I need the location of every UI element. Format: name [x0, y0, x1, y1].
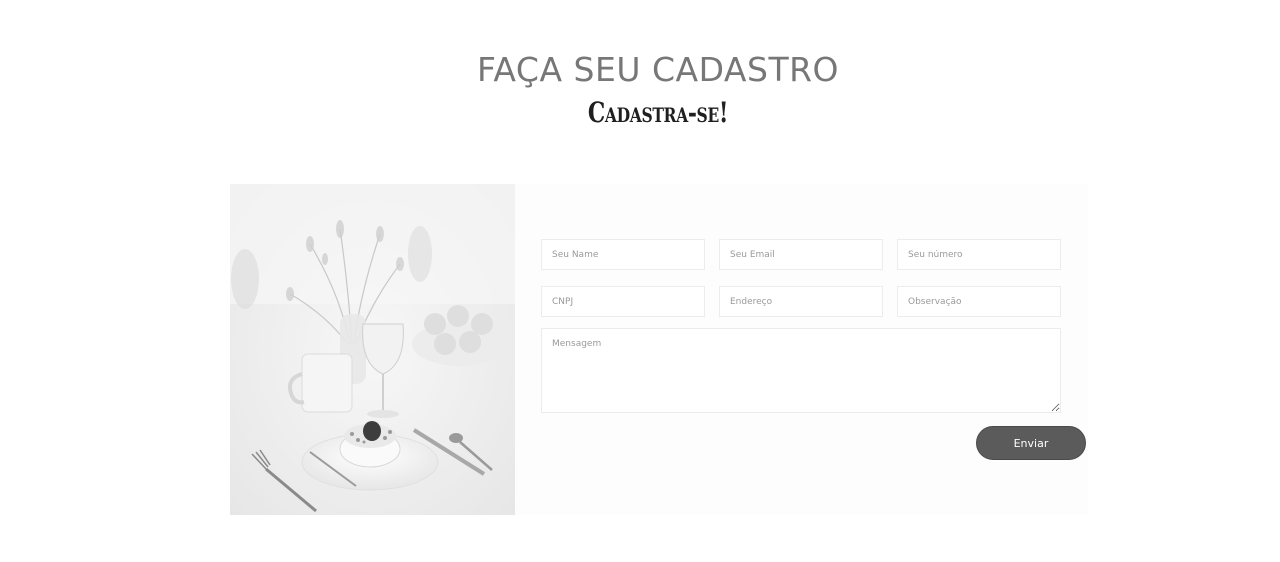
signup-page: FAÇA SEU CADASTRO Cadastra-se! Seu Name …	[0, 0, 1280, 562]
email-input[interactable]	[719, 239, 883, 270]
table-setting-photo	[230, 184, 515, 515]
signup-form: Enviar	[515, 184, 1088, 515]
cnpj-input[interactable]	[541, 286, 705, 317]
page-title: FAÇA SEU CADASTRO	[476, 50, 840, 89]
submit-button[interactable]: Enviar	[976, 426, 1086, 460]
page-subtitle: Cadastra-se!	[587, 96, 729, 129]
message-textarea[interactable]	[541, 328, 1061, 413]
signup-card: Enviar	[230, 184, 1088, 515]
table-setting-illustration	[230, 184, 515, 515]
address-input[interactable]	[719, 286, 883, 317]
name-input[interactable]	[541, 239, 705, 270]
phone-number-input[interactable]	[897, 239, 1061, 270]
notes-input[interactable]	[897, 286, 1061, 317]
